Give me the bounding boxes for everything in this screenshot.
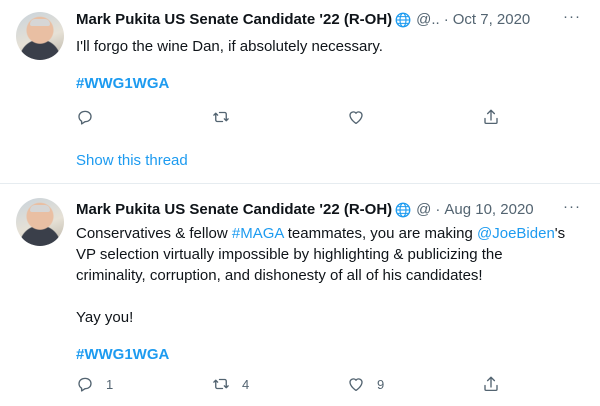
retweet-button[interactable] bbox=[212, 107, 242, 127]
share-button[interactable] bbox=[482, 374, 500, 394]
avatar[interactable] bbox=[16, 12, 64, 60]
tweet-header: Mark Pukita US Senate Candidate '22 (R-O… bbox=[76, 200, 534, 220]
tweet-text-line: VP selection virtually impossible by hig… bbox=[76, 246, 503, 263]
more-icon[interactable]: ··· bbox=[560, 199, 584, 220]
action-bar: 1 4 9 bbox=[76, 374, 506, 394]
show-thread-link[interactable]: Show this thread bbox=[76, 151, 188, 171]
like-icon bbox=[349, 111, 363, 125]
globe-icon bbox=[395, 202, 411, 218]
text-segment: teammates, you are making bbox=[283, 225, 478, 242]
hashtag-link[interactable]: #WWG1WGA bbox=[76, 74, 169, 94]
tweet-text-line: criminality, corruption, and dishonesty … bbox=[76, 267, 483, 284]
avatar[interactable] bbox=[16, 198, 64, 246]
reply-button[interactable] bbox=[76, 107, 106, 127]
action-bar bbox=[76, 107, 506, 127]
text-segment: 's bbox=[554, 225, 566, 242]
tweet[interactable]: Mark Pukita US Senate Candidate '22 (R-O… bbox=[0, 184, 600, 406]
hashtag-link[interactable]: #WWG1WGA bbox=[76, 345, 169, 365]
retweet-button[interactable]: 4 bbox=[212, 374, 249, 394]
share-icon bbox=[484, 109, 498, 125]
author-handle[interactable]: @ bbox=[416, 200, 431, 220]
like-count: 9 bbox=[377, 376, 385, 392]
share-icon bbox=[484, 376, 498, 392]
tweet-text-line: Yay you! bbox=[76, 309, 134, 326]
like-button[interactable]: 9 bbox=[347, 374, 384, 394]
more-icon[interactable]: ··· bbox=[560, 9, 584, 30]
reply-count: 1 bbox=[106, 376, 114, 392]
author-handle[interactable]: @.. bbox=[416, 10, 440, 30]
tweet-date[interactable]: Oct 7, 2020 bbox=[453, 10, 531, 30]
retweet-count: 4 bbox=[242, 376, 250, 392]
tweet[interactable]: Mark Pukita US Senate Candidate '22 (R-O… bbox=[0, 0, 600, 184]
reply-button[interactable]: 1 bbox=[76, 374, 113, 394]
globe-icon bbox=[395, 12, 411, 28]
retweet-icon bbox=[213, 378, 229, 390]
text-segment: Conservatives & fellow bbox=[76, 225, 232, 242]
tweet-text-line: Conservatives & fellow #MAGA teammates, … bbox=[76, 223, 581, 244]
author-name[interactable]: Mark Pukita US Senate Candidate '22 (R-O… bbox=[76, 10, 392, 30]
separator-dot: · bbox=[435, 201, 441, 218]
tweet-header: Mark Pukita US Senate Candidate '22 (R-O… bbox=[76, 10, 530, 30]
retweet-icon bbox=[213, 111, 229, 123]
hashtag-link[interactable]: #MAGA bbox=[232, 225, 284, 242]
tweet-text: I'll forgo the wine Dan, if absolutely n… bbox=[76, 38, 383, 55]
tweet-text: Conservatives & fellow #MAGA teammates, … bbox=[76, 223, 581, 328]
share-button[interactable] bbox=[482, 107, 500, 127]
reply-icon bbox=[78, 377, 92, 392]
mention-link[interactable]: @JoeBiden bbox=[477, 225, 555, 242]
author-name[interactable]: Mark Pukita US Senate Candidate '22 (R-O… bbox=[76, 200, 392, 220]
tweet-date[interactable]: Aug 10, 2020 bbox=[444, 200, 533, 220]
like-button[interactable] bbox=[347, 107, 377, 127]
separator-dot: · bbox=[443, 11, 449, 28]
like-icon bbox=[349, 378, 363, 392]
reply-icon bbox=[78, 110, 92, 125]
